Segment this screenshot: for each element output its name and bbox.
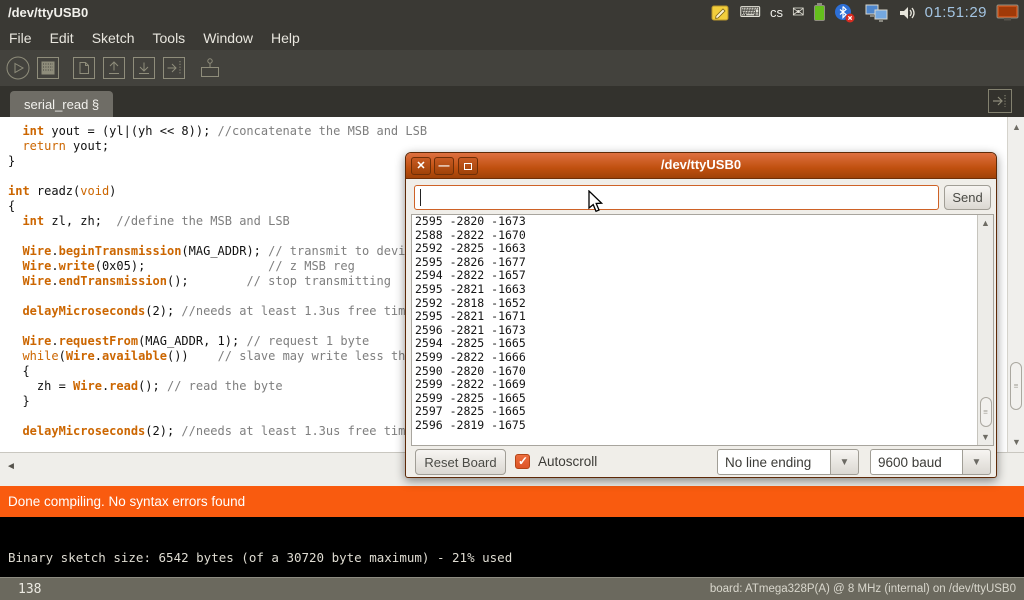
clock[interactable]: 01:51:29 [925, 4, 987, 21]
editor-scroll-thumb[interactable]: ≡ [1010, 362, 1022, 410]
bluetooth-icon[interactable] [834, 3, 856, 23]
serial-monitor-controls: Reset Board Autoscroll No line ending ▼ … [406, 446, 996, 479]
send-button-label: Send [952, 190, 982, 205]
verify-icon [5, 55, 31, 81]
tabbar: serial_read § [0, 86, 1024, 117]
chevron-down-icon: ▼ [840, 457, 850, 468]
serial-row: 2590 -2820 -1670 [412, 365, 993, 379]
serial-output[interactable]: 2595 -2820 -16732588 -2822 -16702592 -28… [411, 214, 994, 446]
scroll-down-icon[interactable]: ▼ [1008, 437, 1024, 447]
menu-window[interactable]: Window [194, 27, 262, 49]
tab-label: serial_read § [24, 97, 99, 112]
text-caret [420, 189, 421, 206]
scroll-up-icon[interactable]: ▲ [1008, 122, 1024, 132]
new-file-icon [71, 55, 97, 81]
compile-status-message: Done compiling. No syntax errors found [8, 494, 245, 509]
reset-board-button[interactable]: Reset Board [415, 449, 506, 475]
thumb-grip-icon: ≡ [983, 411, 988, 414]
new-tab-button[interactable] [988, 89, 1012, 113]
autoscroll-label: Autoscroll [538, 454, 597, 469]
window-title: /dev/ttyUSB0 [8, 5, 88, 20]
new-tab-icon [990, 91, 1010, 111]
compile-status-bar: Done compiling. No syntax errors found [0, 486, 1024, 517]
stop-button[interactable] [35, 55, 61, 81]
volume-icon[interactable] [898, 4, 916, 22]
line-number: 138 [18, 582, 41, 597]
serial-row: 2595 -2820 -1673 [412, 215, 993, 229]
menu-edit[interactable]: Edit [41, 27, 83, 49]
serial-monitor-icon [197, 55, 223, 81]
desktop-titlebar: /dev/ttyUSB0 ⌨ cs ✉ 01:51:29 [0, 0, 1024, 25]
console-output: Binary sketch size: 6542 bytes (of a 307… [0, 517, 1024, 577]
serial-row: 2592 -2818 -1652 [412, 297, 993, 311]
autoscroll-checkbox[interactable] [515, 454, 530, 469]
serial-row: 2595 -2821 -1663 [412, 283, 993, 297]
serial-output-scrollbar[interactable]: ▲ ≡ ▼ [977, 215, 993, 445]
serial-row: 2597 -2825 -1665 [412, 405, 993, 419]
open-up-arrow-icon [101, 55, 127, 81]
line-ending-value: No line ending [725, 455, 811, 470]
footer-statusbar: 138 board: ATmega328P(A) @ 8 MHz (intern… [0, 577, 1024, 600]
baud-rate-select[interactable]: 9600 baud [870, 449, 963, 475]
serial-row: 2596 -2821 -1673 [412, 324, 993, 338]
serial-row: 2599 -2822 -1669 [412, 378, 993, 392]
tab-serial-read[interactable]: serial_read § [10, 91, 113, 117]
serial-row: 2594 -2822 -1657 [412, 269, 993, 283]
line-ending-dropdown-button[interactable]: ▼ [831, 449, 859, 475]
keyboard-layout-indicator[interactable]: cs [770, 5, 783, 20]
serial-input-field[interactable] [414, 185, 939, 210]
save-down-arrow-icon [131, 55, 157, 81]
menu-tools[interactable]: Tools [144, 27, 195, 49]
toolbar [0, 50, 1024, 86]
serial-scroll-up-icon[interactable]: ▲ [978, 218, 993, 228]
scroll-left-icon[interactable]: ◄ [6, 461, 16, 472]
serial-row: 2594 -2825 -1665 [412, 337, 993, 351]
serial-monitor-button[interactable] [197, 55, 223, 81]
console-text: Binary sketch size: 6542 bytes (of a 307… [8, 550, 512, 565]
system-tray: ⌨ cs ✉ 01:51:29 [711, 0, 1020, 25]
thumb-grip-icon: ≡ [1014, 385, 1019, 388]
line-ending-select[interactable]: No line ending [717, 449, 831, 475]
menu-help[interactable]: Help [262, 27, 309, 49]
baud-dropdown-button[interactable]: ▼ [963, 449, 991, 475]
new-sketch-button[interactable] [71, 55, 97, 81]
serial-monitor-titlebar[interactable]: ✕ — /dev/ttyUSB0 [406, 153, 996, 179]
menubar: File Edit Sketch Tools Window Help [0, 25, 1024, 50]
power-session-icon[interactable] [996, 3, 1020, 23]
upload-button[interactable] [161, 55, 187, 81]
serial-row: 2596 -2819 -1675 [412, 419, 993, 433]
reset-board-label: Reset Board [424, 455, 496, 470]
keyboard-icon[interactable]: ⌨ [739, 5, 761, 20]
send-button[interactable]: Send [944, 185, 991, 210]
battery-icon[interactable] [814, 5, 825, 21]
serial-row: 2595 -2821 -1671 [412, 310, 993, 324]
code-line: int yout = (yl|(yh << 8)); //concatenate… [8, 124, 1007, 139]
serial-monitor-title: /dev/ttyUSB0 [406, 157, 996, 172]
editor-vertical-scrollbar[interactable]: ▲ ≡ ▼ [1007, 117, 1024, 452]
serial-row: 2599 -2822 -1666 [412, 351, 993, 365]
network-icon[interactable] [865, 3, 889, 23]
serial-monitor-window: ✕ — /dev/ttyUSB0 Send 2595 -2820 -167325… [405, 152, 997, 478]
serial-scroll-down-icon[interactable]: ▼ [978, 432, 993, 442]
menu-file[interactable]: File [0, 27, 41, 49]
upload-right-arrow-icon [161, 55, 187, 81]
open-sketch-button[interactable] [101, 55, 127, 81]
verify-button[interactable] [5, 55, 31, 81]
note-icon[interactable] [711, 4, 730, 22]
serial-scroll-thumb[interactable]: ≡ [980, 397, 992, 427]
serial-row: 2592 -2825 -1663 [412, 242, 993, 256]
save-sketch-button[interactable] [131, 55, 157, 81]
mouse-cursor [586, 190, 604, 214]
baud-rate-value: 9600 baud [878, 455, 942, 470]
serial-row: 2599 -2825 -1665 [412, 392, 993, 406]
chevron-down-icon: ▼ [972, 457, 982, 468]
stop-icon [35, 55, 61, 81]
mail-icon[interactable]: ✉ [792, 5, 805, 20]
board-info: board: ATmega328P(A) @ 8 MHz (internal) … [710, 583, 1016, 595]
menu-sketch[interactable]: Sketch [83, 27, 144, 49]
serial-row: 2595 -2826 -1677 [412, 256, 993, 270]
serial-row: 2588 -2822 -1670 [412, 229, 993, 243]
